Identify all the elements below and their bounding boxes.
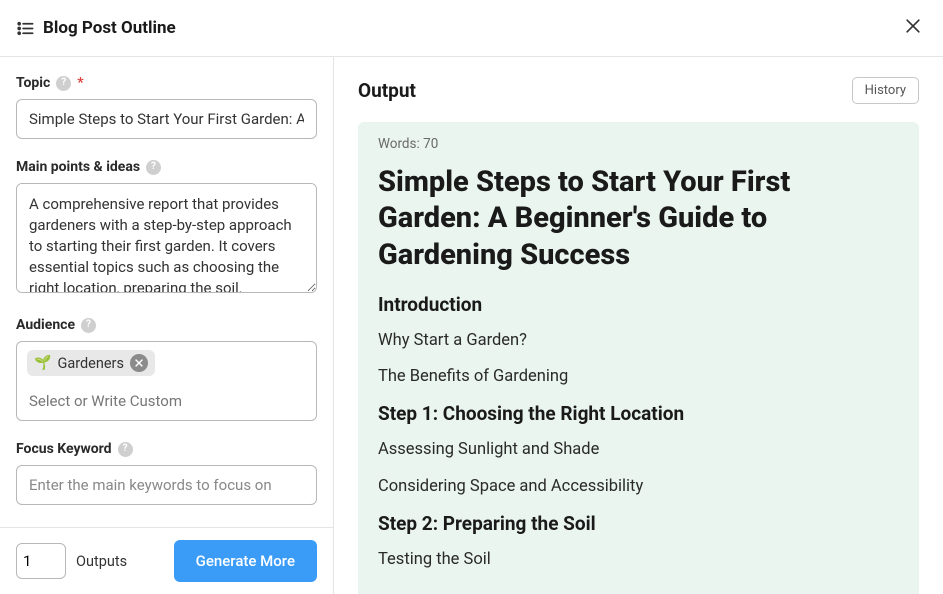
audience-label: Audience	[16, 317, 75, 333]
result-line: Testing the Soil	[378, 549, 899, 571]
output-title: Output	[358, 79, 416, 102]
audience-chip-label: Gardeners	[57, 355, 124, 372]
help-icon[interactable]: ?	[56, 76, 71, 91]
result-heading: Simple Steps to Start Your First Garden:…	[378, 164, 899, 273]
close-icon[interactable]	[899, 12, 927, 44]
result-line: Considering Space and Accessibility	[378, 476, 899, 498]
help-icon[interactable]: ?	[146, 160, 161, 175]
result-line: Why Start a Garden?	[378, 330, 899, 352]
outline-icon	[16, 19, 35, 38]
focus-keyword-input[interactable]	[16, 465, 317, 505]
outputs-label: Outputs	[76, 553, 127, 570]
chip-remove-icon[interactable]	[130, 354, 148, 372]
focus-keyword-label: Focus Keyword	[16, 441, 112, 457]
form-footer: Outputs Generate More	[0, 527, 333, 594]
form-panel: Topic ? * Main points & ideas ?	[0, 57, 334, 594]
seedling-icon: 🌱	[34, 355, 51, 371]
result-subheading: Introduction	[378, 293, 899, 316]
modal-title: Blog Post Outline	[43, 18, 176, 38]
output-card: Words: 70 Simple Steps to Start Your Fir…	[358, 122, 919, 594]
modal-header: Blog Post Outline	[0, 0, 943, 57]
help-icon[interactable]: ?	[118, 442, 133, 457]
output-panel: Output History Words: 70 Simple Steps to…	[334, 57, 943, 594]
result-line: The Benefits of Gardening	[378, 366, 899, 388]
history-button[interactable]: History	[852, 77, 919, 104]
main-points-input[interactable]	[16, 183, 317, 293]
word-count: Words: 70	[378, 136, 899, 152]
generate-more-button[interactable]: Generate More	[174, 540, 317, 582]
required-indicator: *	[77, 75, 83, 91]
result-subheading: Step 2: Preparing the Soil	[378, 512, 899, 535]
main-points-label: Main points & ideas	[16, 159, 140, 175]
topic-label: Topic	[16, 75, 50, 91]
help-icon[interactable]: ?	[81, 318, 96, 333]
audience-chip[interactable]: 🌱 Gardeners	[27, 350, 155, 376]
outputs-count-input[interactable]	[16, 543, 66, 579]
result-line: Assessing Sunlight and Shade	[378, 439, 899, 461]
result-subheading: Step 1: Choosing the Right Location	[378, 402, 899, 425]
topic-input[interactable]	[16, 99, 317, 139]
audience-input[interactable]: 🌱 Gardeners Select or Write Custom	[16, 341, 317, 421]
audience-placeholder: Select or Write Custom	[27, 386, 306, 412]
